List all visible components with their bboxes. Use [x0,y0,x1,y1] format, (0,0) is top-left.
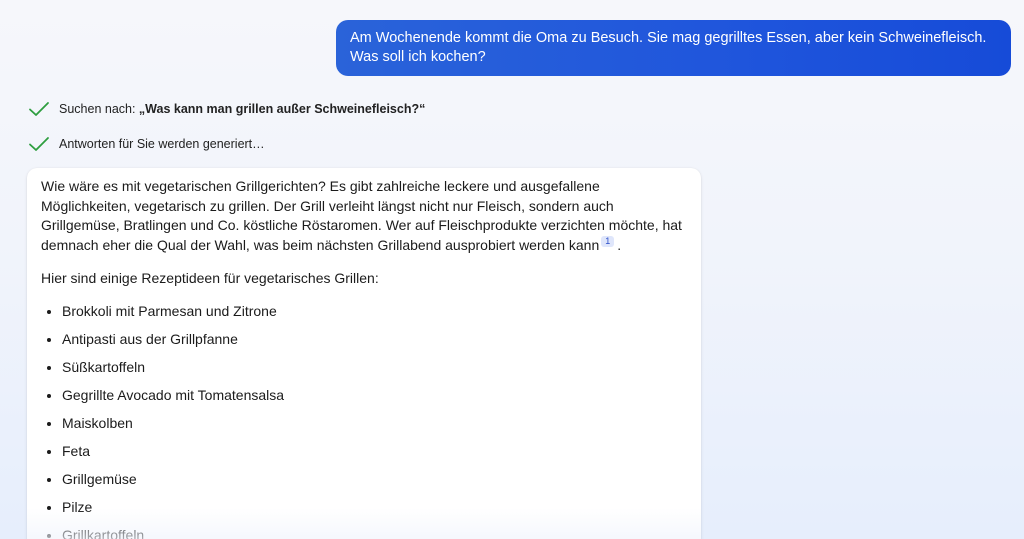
checkmark-icon [28,136,50,152]
citation-link[interactable]: 1 [601,235,615,247]
list-heading: Hier sind einige Rezeptideen für vegetar… [41,270,379,286]
list-item: Süßkartoffeln [62,353,687,381]
search-query: „Was kann man grillen außer Schweineflei… [138,102,426,116]
answer-intro: Wie wäre es mit vegetarischen Grillgeric… [41,177,687,255]
list-item: Pilze [62,493,687,521]
recipe-list: Brokkoli mit Parmesan und Zitrone Antipa… [41,297,687,539]
answer-intro-end: . [617,236,622,253]
list-item: Grillgemüse [62,465,687,493]
answer-intro-text: Wie wäre es mit vegetarischen Grillgeric… [41,178,682,253]
checkmark-icon [28,101,50,117]
list-item: Maiskolben [62,409,687,437]
search-status: Suchen nach: „Was kann man grillen außer… [28,99,425,119]
list-item: Gegrillte Avocado mit Tomatensalsa [62,381,687,409]
user-message-text: Am Wochenende kommt die Oma zu Besuch. S… [350,30,987,65]
user-message-bubble: Am Wochenende kommt die Oma zu Besuch. S… [336,20,1011,76]
list-item: Brokkoli mit Parmesan und Zitrone [62,297,687,325]
generating-text: Antworten für Sie werden generiert… [59,137,265,151]
generating-status: Antworten für Sie werden generiert… [28,134,265,154]
list-item: Grillkartoffeln [62,521,687,539]
list-item: Antipasti aus der Grillpfanne [62,325,687,353]
search-prefix: Suchen nach: [59,102,139,116]
list-item: Feta [62,437,687,465]
answer-card: Wie wäre es mit vegetarischen Grillgeric… [27,168,701,539]
